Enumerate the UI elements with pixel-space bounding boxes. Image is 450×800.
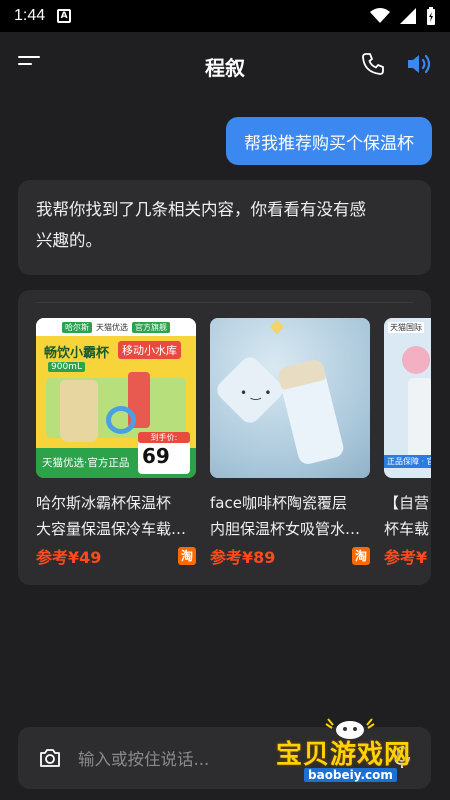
product-title-line: 大容量保温保冷车载… [36, 520, 187, 538]
message-input[interactable]: 输入或按住说话... [78, 746, 209, 770]
image-price-box: 到手价: 69 [138, 432, 190, 474]
product-title[interactable]: face咖啡杯陶瓷覆层 内胆保温杯女吸管水… [210, 490, 370, 542]
image-badge [402, 346, 430, 374]
watermark: 宝贝游戏网 baobeiy.com [270, 716, 445, 794]
product-carousel[interactable]: 哈尔斯 天猫优选 官方旗舰 畅饮小霸杯 移动小水库 900mL 天猫优选·官方正… [36, 318, 431, 578]
image-tag: 天猫优选·官方正品 [42, 457, 130, 469]
image-store-badge: 官方旗舰 [132, 321, 170, 333]
product-price: 参考¥89 [210, 548, 276, 567]
image-handle [106, 406, 136, 434]
image-star-face: • ‿ • [240, 386, 272, 400]
product-image[interactable]: 天猫国际 正品保障 · 官 [384, 318, 431, 478]
status-bar: 1:44 A [0, 0, 450, 32]
image-store: 天猫国际 [388, 322, 424, 333]
product-image[interactable]: • ‿ • [210, 318, 370, 478]
image-bottle [408, 378, 431, 464]
taobao-icon: 淘 [178, 547, 196, 565]
image-volume: 900mL [48, 362, 85, 372]
image-brand: 哈尔斯 [62, 321, 92, 333]
status-time: 1:44 [14, 7, 46, 24]
bot-message-line: 兴趣的。 [36, 231, 102, 250]
product-title-line: 哈尔斯冰霸杯保温杯 [36, 494, 172, 512]
taobao-icon: 淘 [352, 547, 370, 565]
bot-message-line: 我帮你找到了几条相关内容，你看看有没有感 [36, 200, 366, 219]
product-recommendation-card: 哈尔斯 天猫优选 官方旗舰 畅饮小霸杯 移动小水库 900mL 天猫优选·官方正… [18, 290, 431, 585]
product-price: 参考¥ [384, 548, 428, 567]
image-tag: 正品保障 · 官 [384, 455, 431, 468]
product-title-line: face咖啡杯陶瓷覆层 [210, 494, 347, 512]
product-image[interactable]: 哈尔斯 天猫优选 官方旗舰 畅饮小霸杯 移动小水库 900mL 天猫优选·官方正… [36, 318, 196, 478]
user-message-bubble[interactable]: 帮我推荐购买个保温杯 [226, 117, 432, 165]
product-price: 参考¥49 [36, 548, 102, 567]
speaker-icon[interactable] [406, 52, 434, 76]
image-store: 天猫优选 [96, 322, 128, 332]
watermark-url: baobeiy.com [304, 768, 397, 782]
image-banner-2: 移动小水库 [118, 341, 181, 359]
product-title[interactable]: 哈尔斯冰霸杯保温杯 大容量保温保冷车载… [36, 490, 196, 542]
bot-message-bubble[interactable]: 我帮你找到了几条相关内容，你看看有没有感 兴趣的。 [18, 180, 431, 275]
wifi-icon [370, 8, 390, 23]
price-row: 参考¥89 淘 [210, 544, 370, 568]
notification-icon: A [57, 9, 72, 23]
image-price: 69 [142, 444, 170, 468]
image-banner: 畅饮小霸杯 [44, 346, 110, 361]
product-title-line: 内胆保温杯女吸管水… [210, 520, 361, 538]
price-row: 参考¥ [384, 544, 431, 568]
product-item[interactable]: 天猫国际 正品保障 · 官 【自营 杯车载 参考¥ [384, 318, 431, 568]
card-divider [36, 302, 413, 303]
image-cup [60, 380, 98, 442]
camera-icon[interactable] [38, 746, 62, 770]
app-header: 程叙 [0, 32, 450, 96]
image-price-label: 到手价: [138, 432, 190, 443]
signal-icon [400, 8, 416, 24]
battery-icon [427, 7, 435, 25]
product-title[interactable]: 【自营 杯车载 [384, 490, 431, 542]
price-row: 参考¥49 淘 [36, 544, 196, 568]
phone-icon[interactable] [361, 52, 385, 76]
product-item[interactable]: • ‿ • face咖啡杯陶瓷覆层 内胆保温杯女吸管水… 参考¥89 淘 [210, 318, 370, 568]
product-item[interactable]: 哈尔斯 天猫优选 官方旗舰 畅饮小霸杯 移动小水库 900mL 天猫优选·官方正… [36, 318, 196, 568]
product-title-line: 【自营 [384, 494, 430, 512]
product-title-line: 杯车载 [384, 520, 430, 538]
watermark-title: 宝贝游戏网 [276, 740, 412, 770]
